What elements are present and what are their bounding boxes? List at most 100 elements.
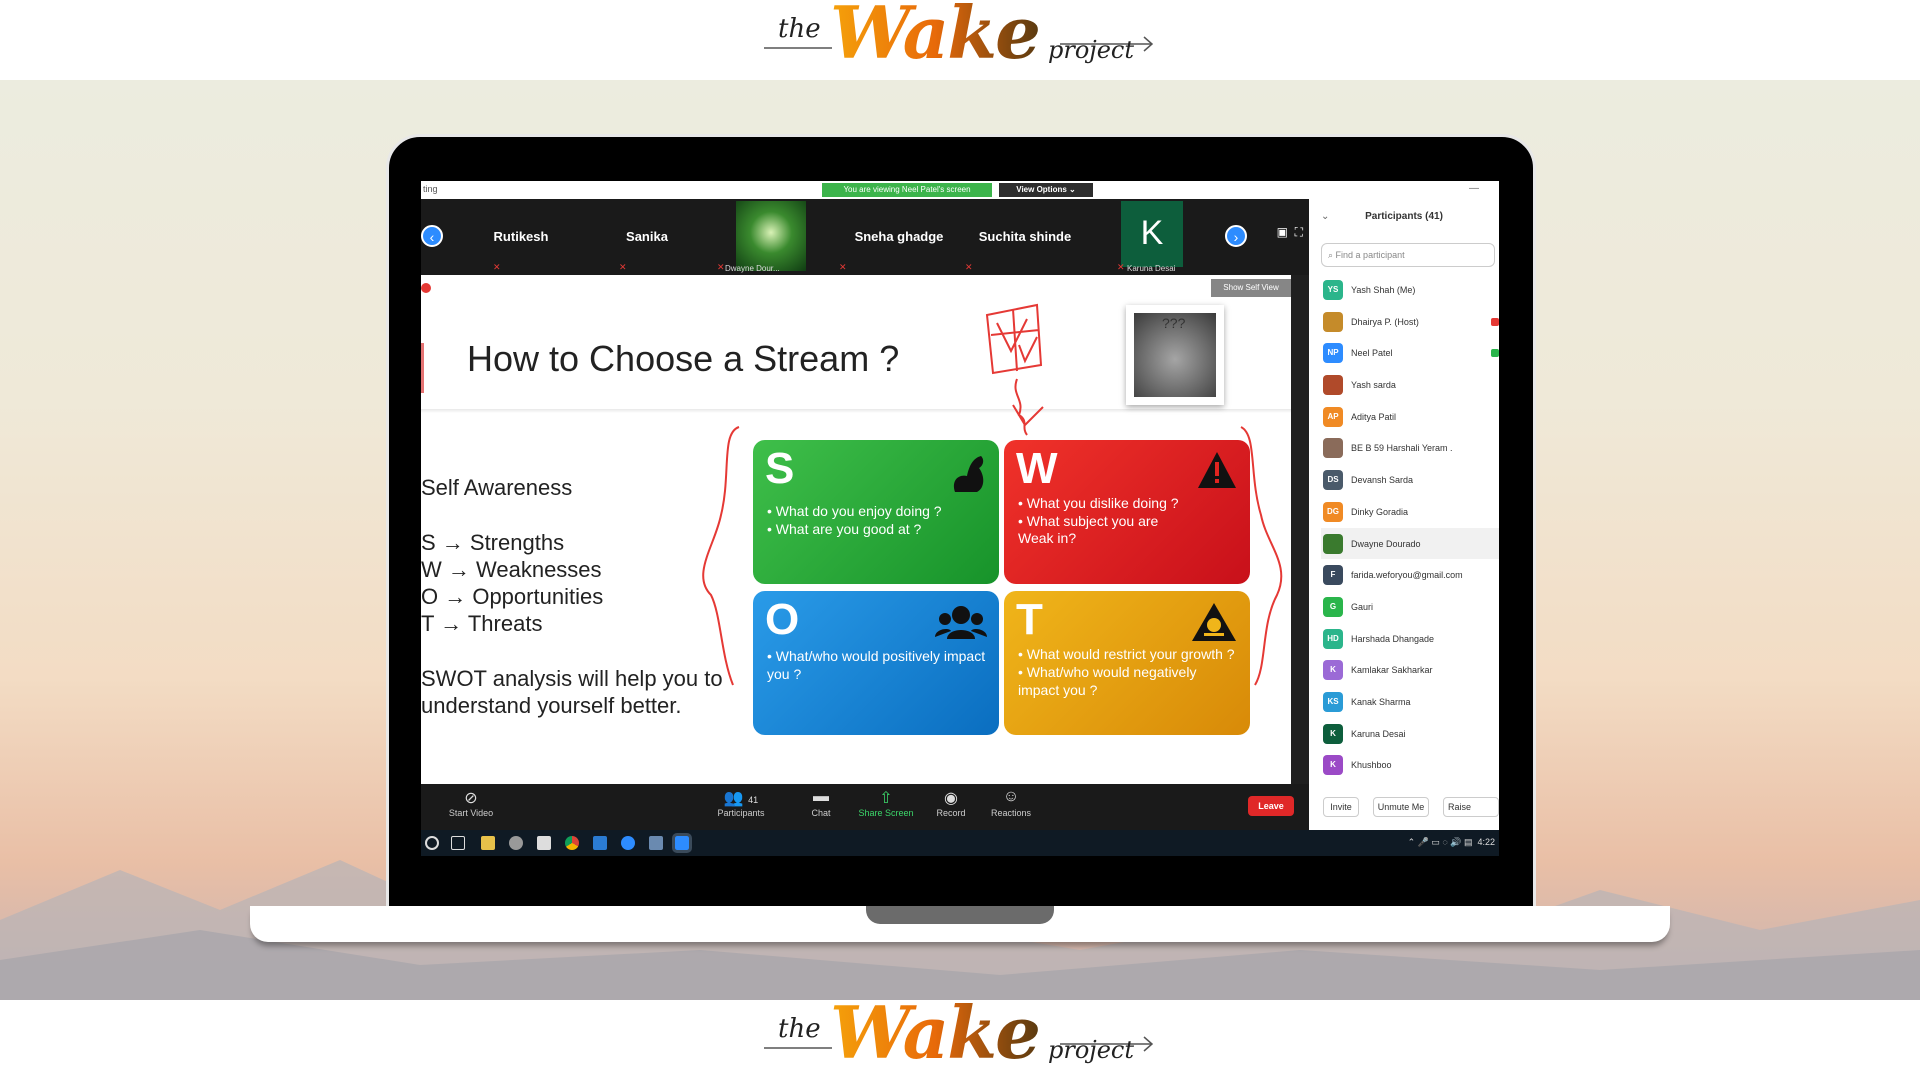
muted-mic-icon: ✕ bbox=[619, 262, 627, 272]
minimize-icon[interactable]: — bbox=[1469, 183, 1479, 194]
swot-list: What would restrict your growth ? What/w… bbox=[1018, 645, 1238, 699]
start-video-button[interactable]: ⊘ Start Video bbox=[441, 788, 501, 818]
recording-status-icon bbox=[1491, 317, 1499, 326]
swot-letter: O bbox=[765, 595, 800, 644]
participants-button[interactable]: 👥 41 Participants bbox=[711, 788, 771, 818]
zoom-meeting-icon[interactable] bbox=[672, 833, 692, 853]
participant-avatar: K bbox=[1323, 723, 1343, 744]
swot-line: What do you enjoy doing ? bbox=[767, 502, 942, 520]
gallery-next-button[interactable]: › bbox=[1225, 225, 1247, 247]
participant-name: Yash Shah (Me) bbox=[1351, 285, 1416, 295]
video-off-icon: ⊘ bbox=[464, 790, 478, 807]
swot-summary-line: understand yourself better. bbox=[421, 693, 682, 718]
participant-name: Devansh Sarda bbox=[1351, 475, 1414, 486]
people-group-icon bbox=[935, 606, 987, 639]
participants-title: Participants (41) bbox=[1365, 211, 1443, 222]
participant-row[interactable]: K Khushboo bbox=[1321, 749, 1499, 781]
tile-name: Sneha ghadge bbox=[854, 229, 944, 244]
video-tile[interactable]: ✕ Dwayne Dour... bbox=[711, 199, 831, 275]
tile-name: Sanika bbox=[626, 229, 668, 244]
task-view-icon[interactable] bbox=[451, 836, 465, 850]
swot-weaknesses-box: W What you dislike doing ? What subject … bbox=[1004, 440, 1250, 584]
participant-avatar: KS bbox=[1323, 691, 1343, 712]
participant-row[interactable]: Dwayne Dourado bbox=[1321, 527, 1499, 560]
search-placeholder: Find a participant bbox=[1335, 250, 1405, 260]
camera-app-icon[interactable] bbox=[649, 836, 663, 850]
participant-avatar bbox=[1323, 375, 1343, 396]
flexed-arm-icon bbox=[953, 456, 984, 492]
search-circle-icon[interactable] bbox=[425, 836, 439, 850]
swot-line: Weak in? bbox=[1018, 530, 1077, 546]
share-screen-icon: ⇧ bbox=[879, 790, 893, 807]
laptop-notch bbox=[866, 906, 1054, 924]
participant-row[interactable]: BE B 59 Harshali Yeram . bbox=[1321, 432, 1499, 464]
muted-mic-icon: ✕ bbox=[965, 262, 973, 272]
participant-row[interactable]: YS Yash Shah (Me) bbox=[1321, 274, 1499, 306]
video-tile[interactable]: Sneha ghadge ✕ bbox=[839, 199, 959, 275]
wake-project-logo: the Wake project bbox=[760, 990, 1160, 1076]
muted-mic-icon: ✕ bbox=[493, 262, 501, 272]
reactions-label: Reactions bbox=[990, 808, 1032, 818]
file-explorer-icon[interactable] bbox=[481, 836, 495, 850]
gallery-prev-button[interactable]: ‹ bbox=[421, 225, 443, 247]
mail-icon[interactable] bbox=[593, 836, 607, 850]
participant-avatar: YS bbox=[1323, 280, 1343, 300]
zoom-app-icon[interactable] bbox=[621, 836, 635, 850]
record-button[interactable]: ◉ Record bbox=[931, 788, 971, 818]
video-tile[interactable]: ✕ Karuna Desai bbox=[1097, 199, 1217, 275]
wake-project-logo: the Wake project bbox=[760, 0, 1160, 76]
participant-row[interactable]: AP Aditya Patil bbox=[1321, 401, 1499, 433]
raise-hand-button[interactable]: Raise bbox=[1443, 797, 1499, 817]
logo-wake: Wake bbox=[830, 0, 1041, 75]
swot-item: W → Weaknesses bbox=[421, 557, 602, 582]
layout-icon[interactable]: ▣ bbox=[1277, 225, 1288, 239]
settings-gear-icon[interactable] bbox=[509, 836, 523, 850]
video-tile[interactable]: Suchita shinde ✕ bbox=[965, 199, 1085, 275]
participant-row[interactable]: DG Dinky Goradia bbox=[1321, 496, 1499, 528]
participant-name: Kanak Sharma bbox=[1351, 696, 1411, 707]
self-awareness-heading: Self Awareness bbox=[421, 475, 573, 500]
participant-name: Gauri bbox=[1351, 601, 1374, 612]
participant-row[interactable]: Ffarida.weforyou@gmail.com bbox=[1321, 559, 1499, 591]
zoom-titlebar: ting You are viewing Neel Patel's screen… bbox=[421, 181, 1309, 199]
swot-strengths-box: S What do you enjoy doing ? What are you… bbox=[753, 440, 999, 584]
os-taskbar: ⌃ 🎤 ▭ ◌ 🔊 ▤ 4:22 bbox=[421, 830, 1499, 856]
invite-button[interactable]: Invite bbox=[1323, 797, 1359, 817]
store-icon[interactable] bbox=[537, 836, 551, 850]
swot-list: What/who would positively impact you ? bbox=[767, 647, 987, 683]
reactions-button[interactable]: ☺ Reactions bbox=[986, 788, 1036, 818]
video-gallery-strip: ‹ Rutikesh ✕ Sanika ✕ ✕ Dwayne Dour... S… bbox=[421, 199, 1309, 275]
participant-row[interactable]: NP Neel Patel bbox=[1321, 337, 1499, 369]
participant-row[interactable]: K Kamlakar Sakharkar bbox=[1321, 654, 1499, 686]
swot-line: What/who would positively impact you ? bbox=[767, 647, 987, 683]
participant-row[interactable]: DS Devansh Sarda bbox=[1321, 464, 1499, 496]
unmute-me-button[interactable]: Unmute Me bbox=[1373, 797, 1429, 817]
participant-avatar: K bbox=[1323, 755, 1343, 776]
fullscreen-icon[interactable]: ⛶ bbox=[1295, 225, 1303, 239]
share-screen-button[interactable]: ⇧ Share Screen bbox=[851, 788, 921, 818]
meeting-controls-bar: ⊘ Start Video 👥 41 Participants ▬ Chat ⇧… bbox=[421, 784, 1309, 830]
participant-row[interactable]: Yash sarda bbox=[1321, 369, 1499, 401]
leave-button[interactable]: Leave bbox=[1248, 796, 1294, 816]
video-tile[interactable]: Rutikesh ✕ bbox=[461, 199, 581, 275]
swot-opportunities-box: O What/who would positively impact you ? bbox=[753, 591, 999, 735]
brand-header: the Wake project bbox=[0, 0, 1920, 80]
chrome-icon[interactable] bbox=[565, 836, 579, 850]
chat-button[interactable]: ▬ Chat bbox=[801, 788, 841, 818]
swot-item: S → Strengths bbox=[421, 530, 565, 555]
participant-row[interactable]: K Karuna Desai bbox=[1321, 718, 1499, 750]
participant-row[interactable]: G Gauri bbox=[1321, 591, 1499, 623]
view-options-button[interactable]: View Options ⌄ bbox=[999, 183, 1093, 197]
participant-row[interactable]: KS Kanak Sharma bbox=[1321, 686, 1499, 718]
participant-avatar: HD bbox=[1323, 628, 1343, 649]
participant-row[interactable]: HD Harshada Dhangade bbox=[1321, 623, 1499, 655]
participant-avatar: DS bbox=[1323, 470, 1343, 491]
participant-row[interactable]: Dhairya P. (Host) bbox=[1321, 306, 1499, 338]
video-tile[interactable]: Sanika ✕ bbox=[587, 199, 707, 275]
tile-name: Dwayne Dour... bbox=[725, 264, 780, 273]
participant-name: Kamlakar Sakharkar bbox=[1351, 665, 1433, 676]
muted-mic-icon: ✕ bbox=[717, 262, 725, 272]
participant-search-input[interactable]: ⌕ Find a participant bbox=[1321, 243, 1495, 267]
brand-footer: the Wake project bbox=[0, 990, 1920, 1080]
swot-line: What/who would negatively impact you ? bbox=[1018, 663, 1238, 699]
